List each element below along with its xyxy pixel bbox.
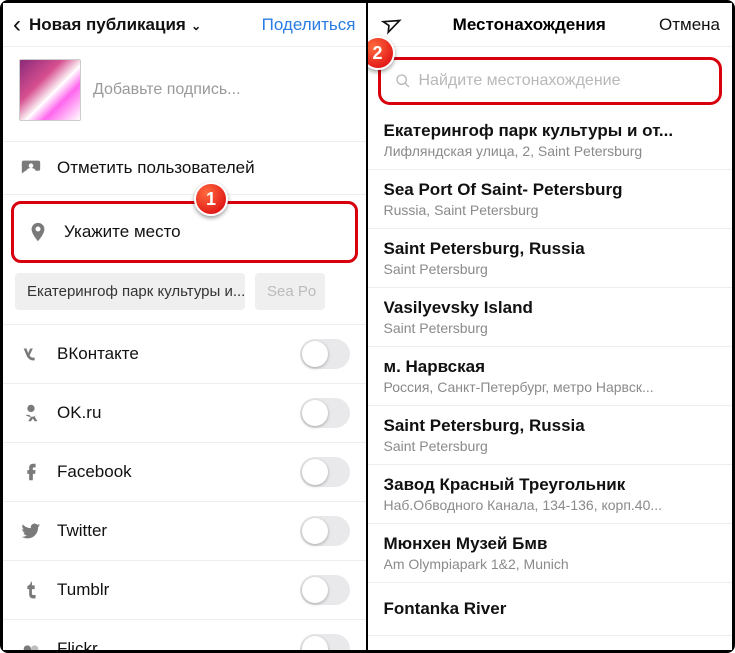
title-text: Новая публикация bbox=[29, 15, 186, 34]
search-input[interactable]: Найдите местонахождение bbox=[385, 64, 716, 98]
location-result[interactable]: м. Нарвская Россия, Санкт-Петербург, метр… bbox=[368, 347, 733, 406]
location-result[interactable]: Завод Красный Треугольник Наб.Обводного К… bbox=[368, 465, 733, 524]
location-sub: Лифляндская улица, 2, Saint Petersburg bbox=[384, 143, 717, 159]
right-panel: Местонахождения Отмена 2 Найдите местона… bbox=[368, 3, 733, 650]
social-toggle[interactable] bbox=[300, 516, 350, 546]
annotation-badge-1: 1 bbox=[194, 182, 228, 216]
tb-icon bbox=[19, 578, 43, 602]
location-result[interactable]: Saint Petersburg, Russia Saint Petersburg bbox=[368, 229, 733, 288]
search-highlight: 2 Найдите местонахождение bbox=[378, 57, 723, 105]
location-result[interactable]: Vasilyevsky Island Saint Petersburg bbox=[368, 288, 733, 347]
share-button[interactable]: Поделиться bbox=[262, 15, 356, 35]
location-sub: Наб.Обводного Канала, 134-136, корп.40..… bbox=[384, 497, 717, 513]
social-toggle[interactable] bbox=[300, 457, 350, 487]
fl-icon bbox=[19, 637, 43, 650]
social-label: Tumblr bbox=[57, 580, 286, 600]
location-sub: Russia, Saint Petersburg bbox=[384, 202, 717, 218]
page-title[interactable]: Новая публикация ⌄ bbox=[29, 15, 201, 35]
location-sub: Saint Petersburg bbox=[384, 261, 717, 277]
cancel-button[interactable]: Отмена bbox=[659, 15, 720, 35]
tag-people-label: Отметить пользователей bbox=[57, 158, 350, 178]
location-sub: Saint Petersburg bbox=[384, 438, 717, 454]
location-chip[interactable]: Екатерингоф парк культуры и... bbox=[15, 273, 245, 310]
location-arrow-icon[interactable] bbox=[377, 12, 403, 38]
caption-input[interactable]: Добавьте подпись... bbox=[93, 81, 241, 99]
social-row-fl[interactable]: Flickr bbox=[3, 620, 366, 650]
social-label: Flickr bbox=[57, 639, 286, 650]
location-result[interactable]: Saint Petersburg, Russia Saint Petersburg bbox=[368, 406, 733, 465]
location-chip[interactable]: Sea Po bbox=[255, 273, 325, 310]
social-toggle[interactable] bbox=[300, 339, 350, 369]
left-panel: ‹ Новая публикация ⌄ Поделиться Добавьте… bbox=[3, 3, 368, 650]
post-thumbnail[interactable] bbox=[19, 59, 81, 121]
social-label: OK.ru bbox=[57, 403, 286, 423]
location-sub: Россия, Санкт-Петербург, метро Нарвск... bbox=[384, 379, 717, 395]
location-results[interactable]: Екатерингоф парк культуры и от... Лифлянд… bbox=[368, 111, 733, 644]
right-header: Местонахождения Отмена bbox=[368, 3, 733, 47]
tw-icon bbox=[19, 519, 43, 543]
locations-title: Местонахождения bbox=[410, 15, 650, 35]
search-placeholder: Найдите местонахождение bbox=[419, 72, 621, 90]
vk-icon bbox=[19, 342, 43, 366]
social-row-tw[interactable]: Twitter bbox=[3, 502, 366, 561]
location-name: Завод Красный Треугольник bbox=[384, 475, 717, 495]
person-tag-icon bbox=[19, 156, 43, 180]
add-location-highlight: 1 Укажите место bbox=[11, 201, 358, 263]
location-name: Екатерингоф парк культуры и от... bbox=[384, 121, 717, 141]
location-name: Saint Petersburg, Russia bbox=[384, 416, 717, 436]
location-name: м. Нарвская bbox=[384, 357, 717, 377]
fb-icon bbox=[19, 460, 43, 484]
social-label: ВКонтакте bbox=[57, 344, 286, 364]
add-location-label: Укажите место bbox=[64, 222, 343, 242]
location-sub: Saint Petersburg bbox=[384, 320, 717, 336]
location-name: Vasilyevsky Island bbox=[384, 298, 717, 318]
social-row-vk[interactable]: ВКонтакте bbox=[3, 325, 366, 384]
caption-row[interactable]: Добавьте подпись... bbox=[3, 47, 366, 142]
location-sub: Am Olympiapark 1&2, Munich bbox=[384, 556, 717, 572]
social-label: Twitter bbox=[57, 521, 286, 541]
location-name: Sea Port Of Saint- Petersburg bbox=[384, 180, 717, 200]
ok-icon bbox=[19, 401, 43, 425]
location-pin-icon bbox=[26, 220, 50, 244]
social-label: Facebook bbox=[57, 462, 286, 482]
location-name: Мюнхен Музей Бмв bbox=[384, 534, 717, 554]
search-icon bbox=[395, 73, 411, 89]
social-row-tb[interactable]: Tumblr bbox=[3, 561, 366, 620]
social-toggle[interactable] bbox=[300, 575, 350, 605]
left-header: ‹ Новая публикация ⌄ Поделиться bbox=[3, 3, 366, 47]
location-result[interactable]: Neva River bbox=[368, 636, 733, 644]
location-result[interactable]: Fontanka River bbox=[368, 583, 733, 636]
location-name: Saint Petersburg, Russia bbox=[384, 239, 717, 259]
location-suggestions: Екатерингоф парк культуры и... Sea Po bbox=[3, 263, 366, 325]
chevron-down-icon: ⌄ bbox=[188, 19, 201, 33]
location-name: Fontanka River bbox=[384, 593, 717, 625]
back-icon[interactable]: ‹ bbox=[13, 13, 21, 37]
social-toggle[interactable] bbox=[300, 398, 350, 428]
tag-people-row[interactable]: Отметить пользователей bbox=[3, 142, 366, 195]
location-result[interactable]: Мюнхен Музей Бмв Am Olympiapark 1&2, Muni… bbox=[368, 524, 733, 583]
social-share-list: ВКонтакте OK.ru Facebook Twitter Tumblr Flick… bbox=[3, 325, 366, 650]
location-result[interactable]: Екатерингоф парк культуры и от... Лифлянд… bbox=[368, 111, 733, 170]
social-row-ok[interactable]: OK.ru bbox=[3, 384, 366, 443]
social-toggle[interactable] bbox=[300, 634, 350, 650]
social-row-fb[interactable]: Facebook bbox=[3, 443, 366, 502]
add-location-row[interactable]: Укажите место bbox=[14, 204, 355, 260]
location-result[interactable]: Sea Port Of Saint- Petersburg Russia, Sai… bbox=[368, 170, 733, 229]
